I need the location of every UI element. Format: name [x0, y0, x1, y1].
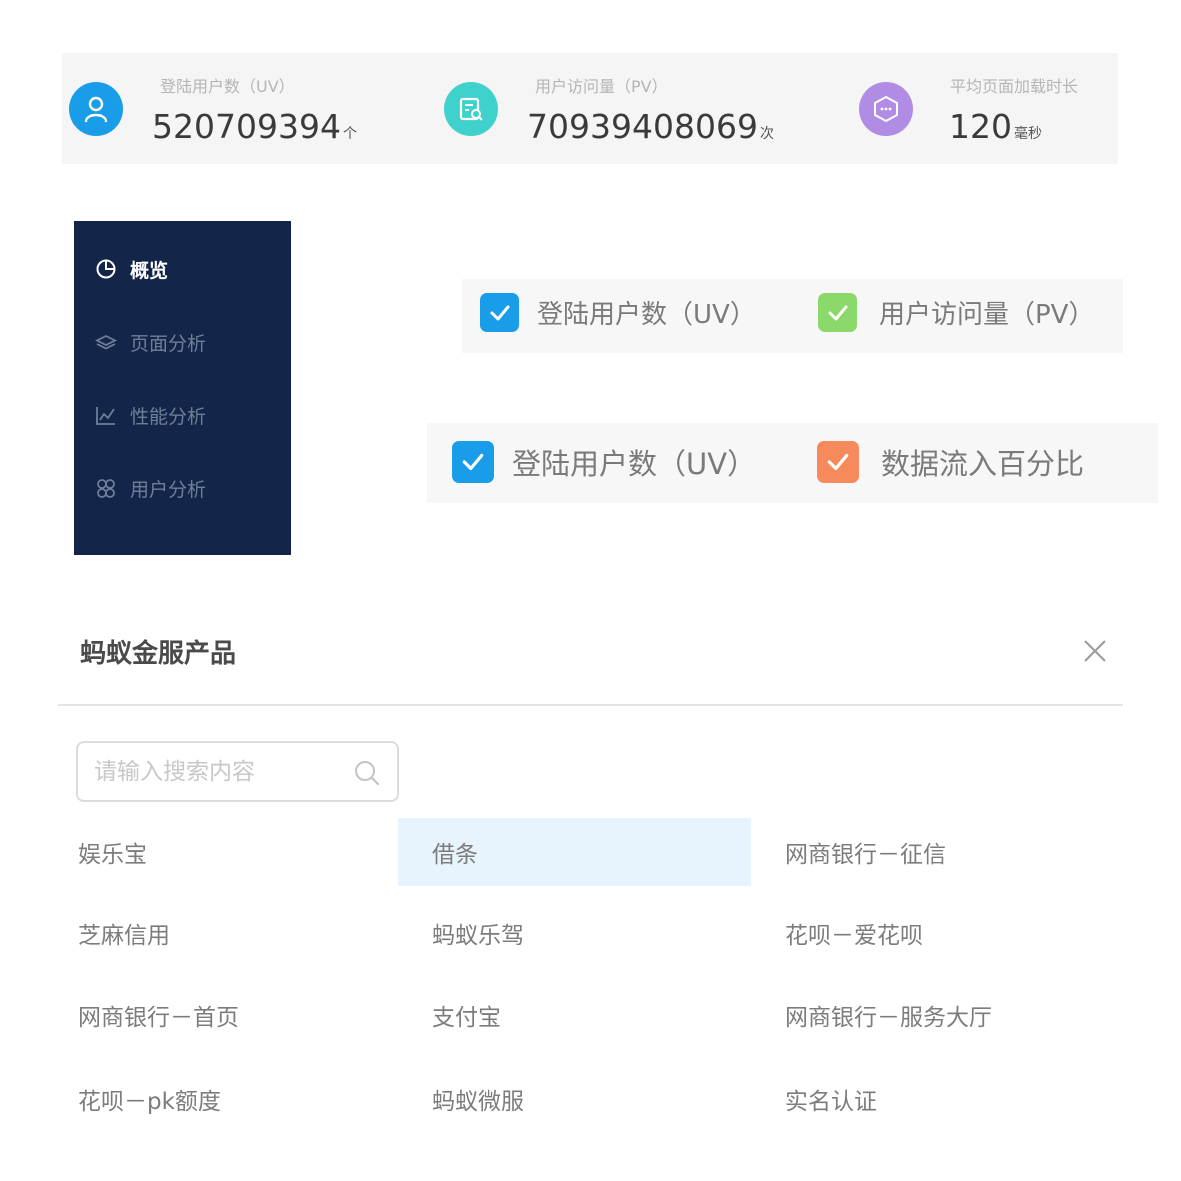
legend-item-uv[interactable]: 登陆用户数（UV） — [480, 293, 756, 332]
user-icon — [69, 82, 123, 136]
legend-panel-b: 登陆用户数（UV） 数据流入百分比 — [427, 423, 1158, 503]
legend-item-pv[interactable]: 用户访问量（PV） — [818, 293, 1094, 332]
product-label: 实名认证 — [785, 1089, 877, 1115]
stat-number: 70939408069 — [527, 107, 758, 146]
product-item-selected[interactable]: 借条 — [398, 818, 751, 886]
sidebar-item-label: 页面分析 — [130, 332, 207, 355]
legend-label: 登陆用户数（UV） — [512, 447, 757, 481]
legend-panel-a: 登陆用户数（UV） 用户访问量（PV） — [462, 279, 1123, 353]
stat-value-pv: 70939408069 次 — [527, 110, 774, 143]
hexagon-icon — [859, 82, 913, 136]
dialog-title: 蚂蚁金服产品 — [80, 639, 237, 669]
legend-label: 登陆用户数（UV） — [537, 300, 756, 330]
product-item[interactable]: 蚂蚁微服 — [432, 1065, 751, 1133]
product-item[interactable]: 娱乐宝 — [78, 818, 398, 886]
users-icon — [94, 476, 118, 500]
product-item[interactable]: 网商银行－征信 — [785, 818, 1145, 886]
stat-value-uv: 520709394 个 — [152, 110, 357, 143]
sidebar-item-overview[interactable]: 概览 — [94, 254, 168, 284]
product-item[interactable]: 蚂蚁乐驾 — [432, 899, 751, 967]
product-item[interactable]: 花呗－pk额度 — [78, 1065, 398, 1133]
product-item[interactable]: 实名认证 — [785, 1065, 1145, 1133]
sidebar-item-page-analysis[interactable]: 页面分析 — [94, 327, 206, 357]
search-input[interactable] — [94, 755, 344, 789]
checkbox-checked-icon[interactable] — [452, 441, 494, 483]
sidebar-nav: 概览 页面分析 性能分析 用户分析 — [74, 221, 291, 555]
product-item[interactable]: 网商银行－服务大厅 — [785, 981, 1145, 1049]
sidebar-item-performance-analysis[interactable]: 性能分析 — [94, 400, 206, 430]
stat-number: 520709394 — [152, 107, 341, 146]
sidebar-item-user-analysis[interactable]: 用户分析 — [94, 473, 206, 503]
layers-icon — [94, 330, 118, 354]
pie-chart-icon — [94, 257, 118, 281]
stats-bar: 登陆用户数（UV） 520709394 个 用户访问量（PV） 709394080… — [62, 53, 1118, 164]
product-item[interactable]: 花呗－爱花呗 — [785, 899, 1145, 967]
checkbox-checked-icon[interactable] — [818, 293, 857, 332]
stat-label-uv: 登陆用户数（UV） — [160, 77, 295, 96]
product-label: 花呗－爱花呗 — [785, 923, 923, 949]
product-item[interactable]: 支付宝 — [432, 981, 751, 1049]
stat-number: 120 — [949, 107, 1012, 146]
line-chart-icon — [94, 403, 118, 427]
close-icon[interactable] — [1080, 636, 1110, 666]
search-box[interactable] — [76, 741, 399, 802]
document-search-icon — [444, 82, 498, 136]
stat-label-load-time: 平均页面加载时长 — [950, 77, 1079, 96]
stat-label-pv: 用户访问量（PV） — [535, 77, 668, 96]
checkbox-checked-icon[interactable] — [817, 441, 859, 483]
dialog-divider — [58, 704, 1123, 706]
stat-value-load-time: 120 毫秒 — [949, 110, 1042, 143]
product-label: 借条 — [432, 842, 478, 868]
product-label: 网商银行－首页 — [78, 1005, 239, 1031]
product-item[interactable]: 网商银行－首页 — [78, 981, 398, 1049]
product-label: 蚂蚁微服 — [432, 1089, 524, 1115]
sidebar-item-label: 用户分析 — [130, 478, 207, 501]
stat-unit: 毫秒 — [1014, 126, 1042, 142]
checkbox-checked-icon[interactable] — [480, 293, 519, 332]
legend-label: 数据流入百分比 — [881, 447, 1085, 481]
product-label: 蚂蚁乐驾 — [432, 923, 524, 949]
product-label: 支付宝 — [432, 1005, 501, 1031]
search-icon[interactable] — [352, 758, 382, 788]
stat-unit: 个 — [342, 126, 357, 142]
product-label: 网商银行－服务大厅 — [785, 1005, 992, 1031]
sidebar-item-label: 性能分析 — [130, 405, 207, 428]
product-item[interactable]: 芝麻信用 — [78, 899, 398, 967]
sidebar-item-label: 概览 — [130, 259, 169, 282]
product-label: 芝麻信用 — [78, 923, 170, 949]
legend-item-inflow-percent[interactable]: 数据流入百分比 — [817, 441, 1084, 483]
stat-unit: 次 — [759, 126, 774, 142]
product-label: 网商银行－征信 — [785, 842, 946, 868]
legend-item-uv[interactable]: 登陆用户数（UV） — [452, 441, 756, 483]
legend-label: 用户访问量（PV） — [879, 300, 1095, 330]
product-label: 娱乐宝 — [78, 842, 147, 868]
product-label: 花呗－pk额度 — [78, 1089, 221, 1115]
